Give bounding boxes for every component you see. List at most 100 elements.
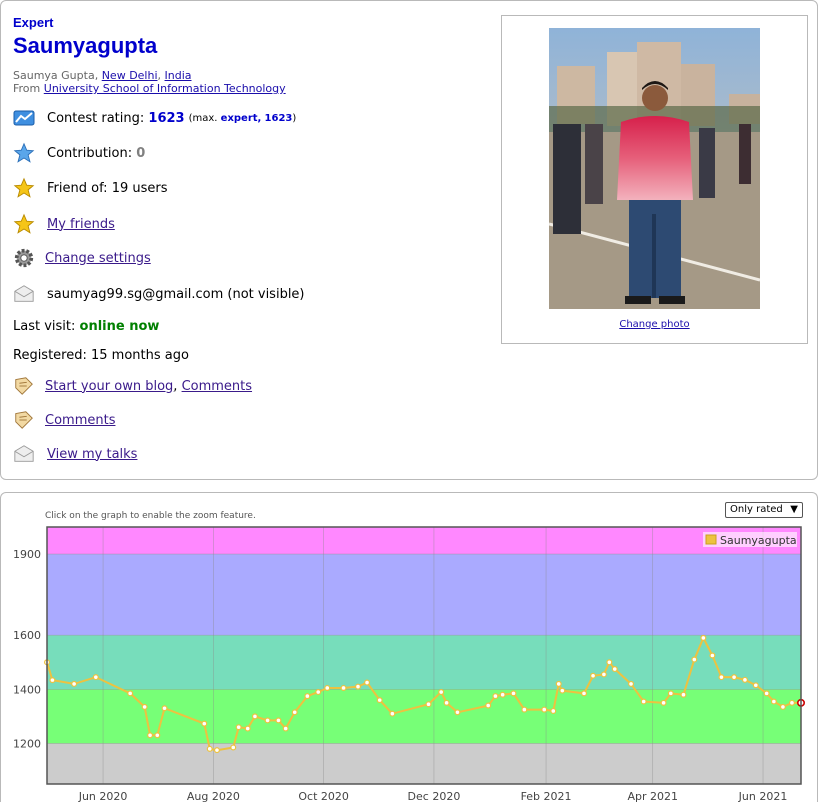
comments-icon (13, 409, 35, 431)
rating-graph-icon (13, 107, 35, 129)
rating-point (213, 747, 220, 754)
envelope-icon (13, 443, 35, 465)
x-tick-label: Apr 2021 (627, 790, 678, 802)
rating-point (499, 691, 506, 698)
talks-row: View my talks (13, 443, 137, 465)
contribution-row: Contribution: 0 (13, 142, 145, 164)
start-blog-link[interactable]: Start your own blog (45, 379, 173, 394)
rating-point (640, 698, 647, 705)
rating-point (147, 732, 154, 739)
country-link[interactable]: India (165, 69, 192, 82)
rating-point (555, 680, 562, 687)
rating-point (304, 693, 311, 700)
rating-point (443, 699, 450, 706)
rating-point (680, 691, 687, 698)
rating-point (154, 732, 161, 739)
rating-point (454, 709, 461, 716)
x-tick-label: Jun 2021 (738, 790, 788, 802)
rating-point (600, 671, 607, 678)
rating-point (779, 703, 786, 710)
photo-box: Change photo (501, 15, 808, 344)
rating-point (376, 697, 383, 704)
rating-point (364, 679, 371, 686)
rating-point (590, 672, 597, 679)
rating-point (709, 652, 716, 659)
chart-legend: Saumyagupta (703, 532, 797, 547)
rating-point (606, 659, 613, 666)
organization-link[interactable]: University School of Information Technol… (44, 82, 286, 95)
blog-row: Start your own blog, Comments (13, 375, 252, 397)
rating-point (389, 710, 396, 717)
rating-point (264, 717, 271, 724)
rating-point (315, 689, 322, 696)
gold-star-icon (13, 177, 35, 199)
rating-point (251, 713, 258, 720)
city-link[interactable]: New Delhi (102, 69, 158, 82)
rating-point (628, 680, 635, 687)
profile-panel: Expert Saumyagupta Saumya Gupta, New Del… (0, 0, 818, 480)
x-tick-label: Aug 2020 (187, 790, 240, 802)
rating-point (275, 717, 282, 724)
user-rank: Expert (13, 15, 54, 30)
rating-point (581, 690, 588, 697)
rating-point (541, 706, 548, 713)
legend-label: Saumyagupta (720, 534, 797, 547)
rating-graph-panel: Click on the graph to enable the zoom fe… (0, 492, 818, 802)
rating-point (550, 707, 557, 714)
rating-point (485, 702, 492, 709)
rating-band (47, 743, 801, 784)
rating-point (741, 676, 748, 683)
change-photo-link[interactable]: Change photo (619, 319, 689, 330)
rating-point (438, 689, 445, 696)
legend-swatch (705, 534, 717, 545)
rating-point (92, 674, 99, 681)
rating-point (161, 705, 168, 712)
comments-row: Comments (13, 409, 115, 431)
online-status: online now (79, 319, 160, 334)
rating-point (611, 666, 618, 673)
x-tick-label: Feb 2021 (521, 790, 572, 802)
rating-point (660, 699, 667, 706)
gold-star-icon (13, 213, 35, 235)
x-tick-label: Jun 2020 (78, 790, 128, 802)
rating-chart[interactable]: 1200 1400 1600 1900 Jun 2020 Aug 2020 Oct 2020… (1, 493, 817, 802)
registered-row: Registered: 15 months ago (13, 348, 189, 363)
envelope-icon (13, 283, 35, 305)
last-visit-row: Last visit: online now (13, 319, 160, 334)
rating-point (282, 725, 289, 732)
rating-point (521, 706, 528, 713)
user-handle: Saumyagupta (13, 33, 158, 58)
y-tick-label: 1200 (13, 737, 41, 750)
rating-point (340, 684, 347, 691)
my-friends-link[interactable]: My friends (47, 217, 115, 232)
rating-point (559, 687, 566, 694)
rating-point (492, 693, 499, 700)
change-settings-link[interactable]: Change settings (45, 251, 151, 266)
rating-point (763, 690, 770, 697)
view-talks-link[interactable]: View my talks (47, 447, 137, 462)
rating-point (206, 745, 213, 752)
email-row: saumyag99.sg@gmail.com (not visible) (13, 283, 305, 305)
settings-row: Change settings (13, 247, 151, 269)
y-tick-label: 1400 (13, 683, 41, 696)
contest-rating-row: Contest rating: 1623 (max. expert, 1623) (13, 107, 296, 129)
rating-band (47, 527, 801, 555)
rating-point (49, 677, 56, 684)
rating-point (141, 703, 148, 710)
rating-point (230, 744, 237, 751)
user-location: Saumya Gupta, New Delhi, India (13, 69, 192, 82)
rating-point (355, 683, 362, 690)
comments-link[interactable]: Comments (45, 413, 115, 428)
rating-point (667, 690, 674, 697)
rating-point (700, 634, 707, 641)
x-tick-label: Oct 2020 (298, 790, 349, 802)
rating-point (691, 656, 698, 663)
rating-point (788, 699, 795, 706)
blog-comments-link[interactable]: Comments (182, 379, 252, 394)
rating-point (235, 724, 242, 731)
rating-point (127, 690, 134, 697)
my-friends-row: My friends (13, 213, 115, 235)
user-real-name: Saumya Gupta (13, 69, 95, 82)
x-tick-label: Dec 2020 (408, 790, 461, 802)
blog-icon (13, 375, 35, 397)
